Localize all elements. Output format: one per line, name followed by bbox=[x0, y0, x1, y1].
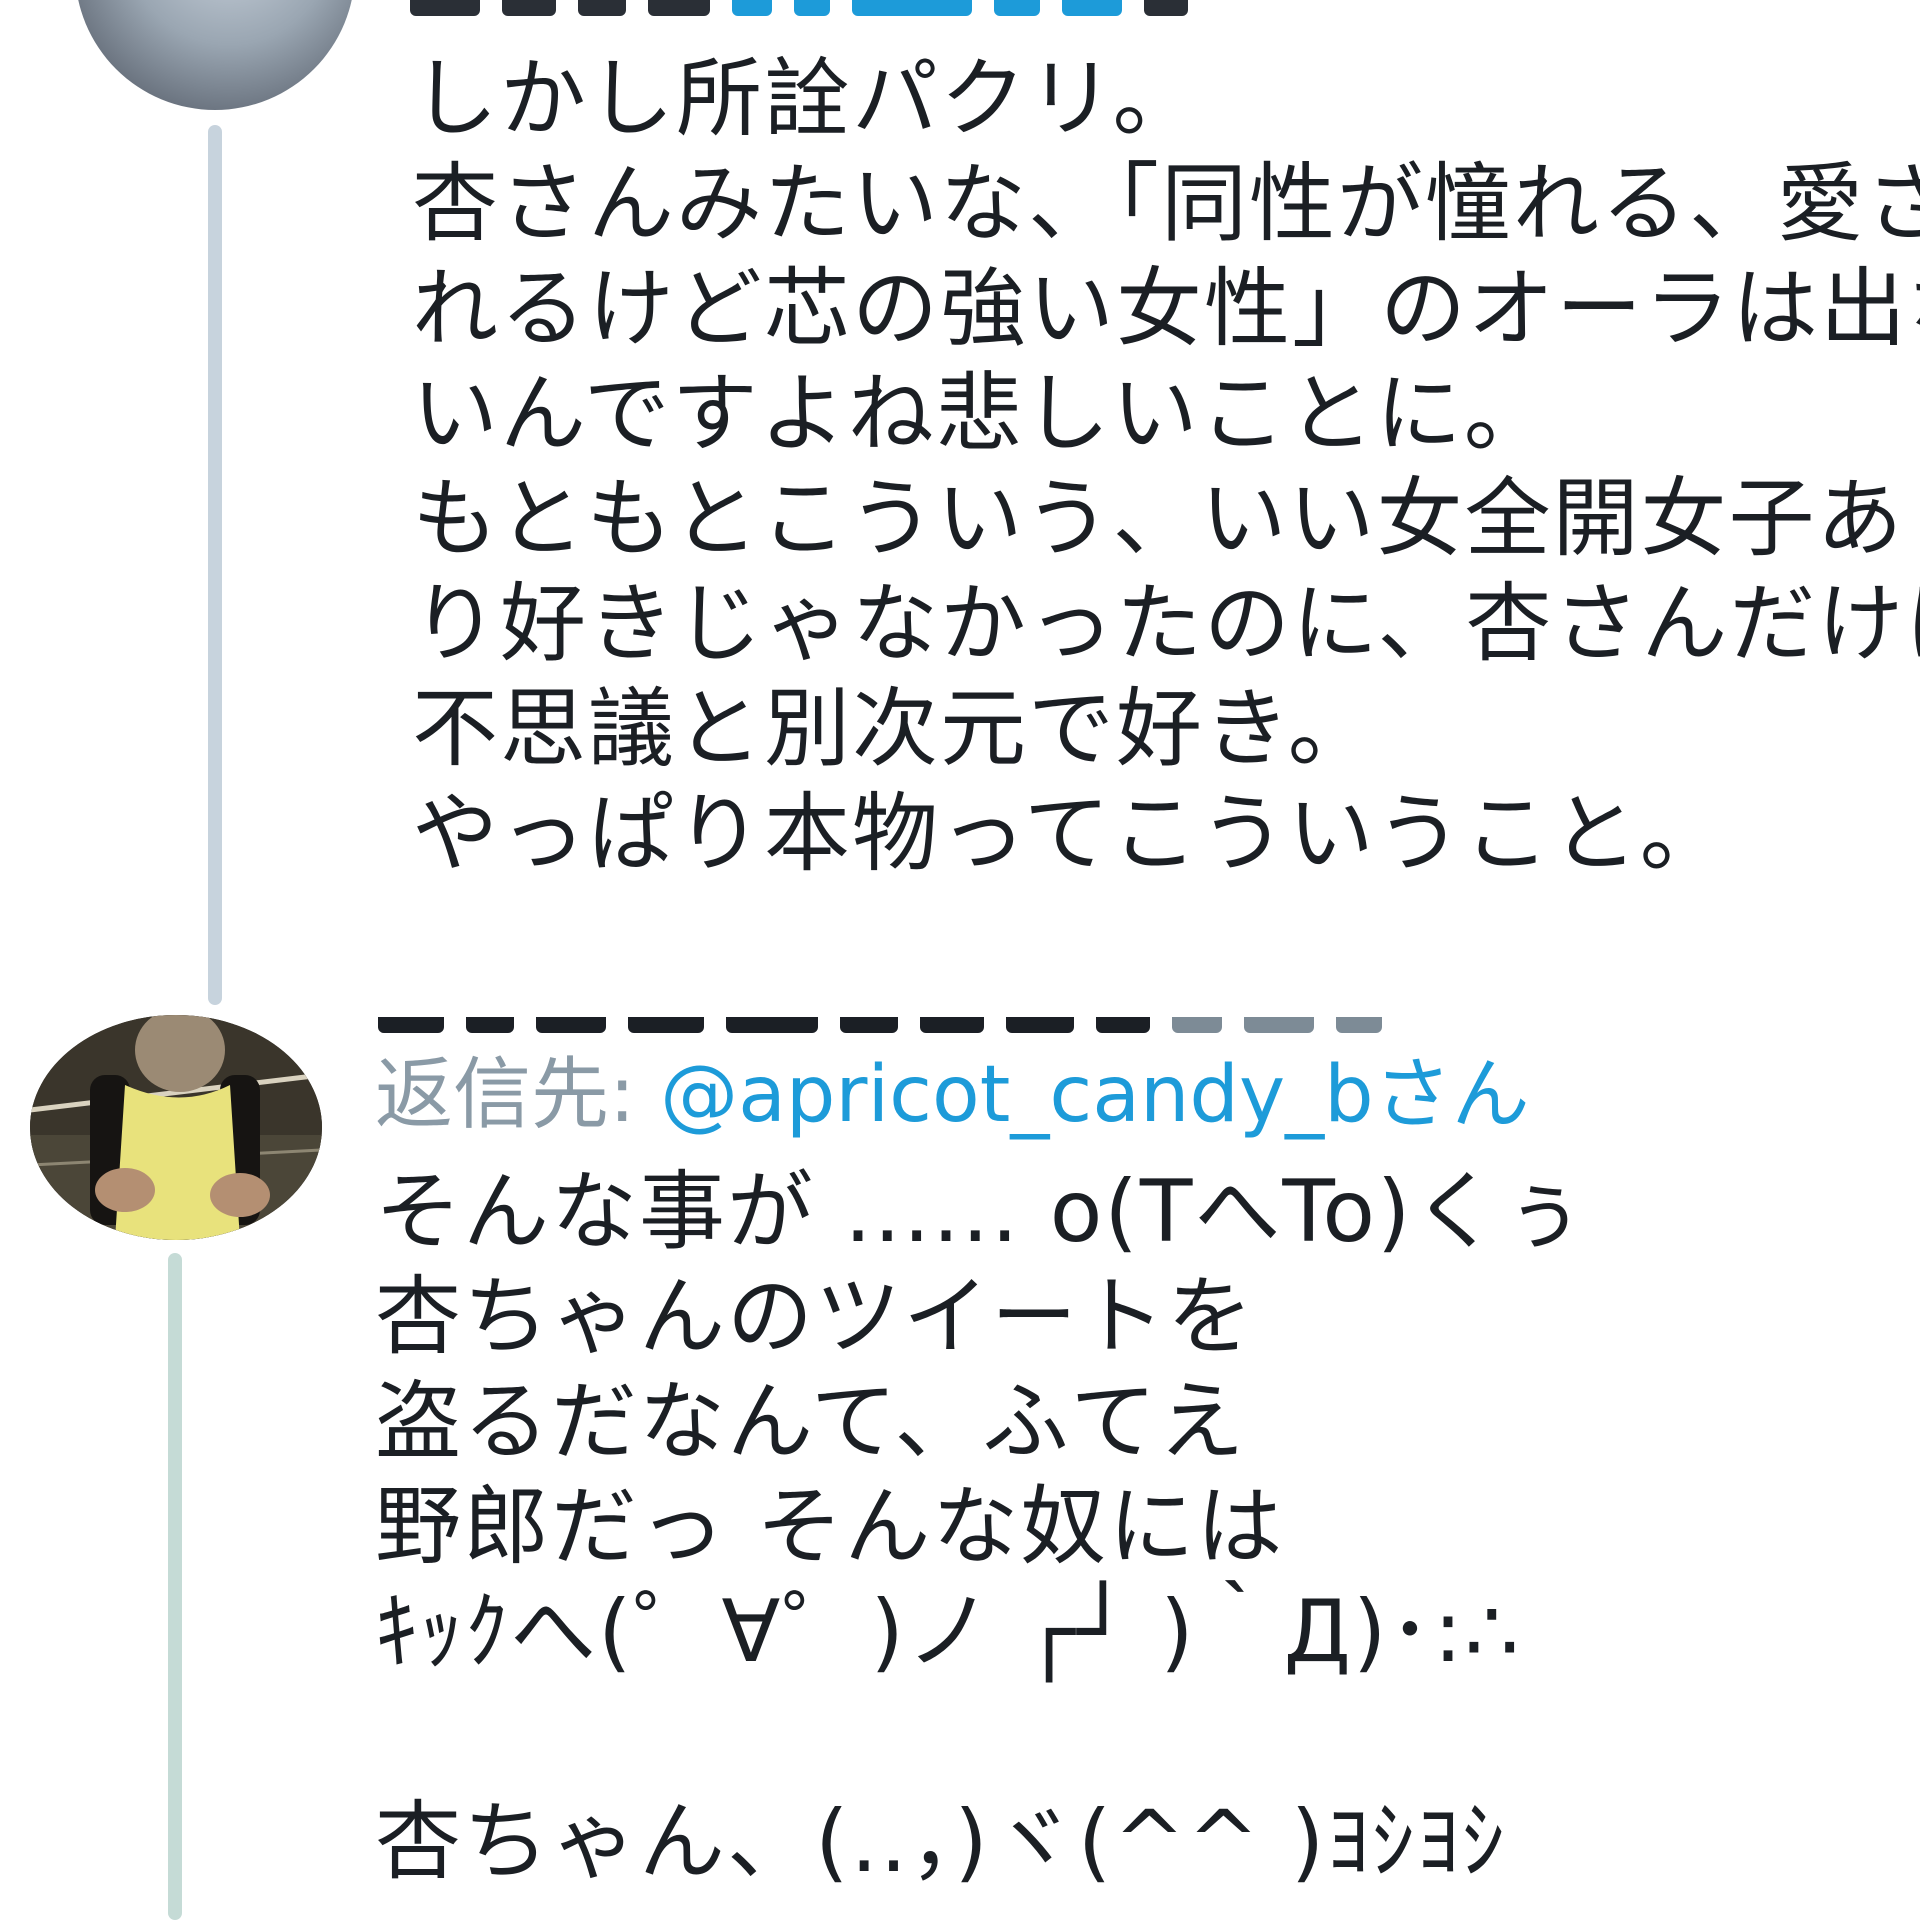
tweet-text: そんな事が ...... o(TへTo)くぅ 杏ちゃんのツイートを 盗るだなんて… bbox=[375, 1162, 1589, 1892]
user-avatar-icon[interactable] bbox=[30, 1015, 322, 1240]
tweet[interactable]: しかし所詮パクリ。 杏さんみたいな、「同性が憧れる、愛さ れるけど芯の強い女性」… bbox=[0, 0, 1920, 1005]
cut-off-reply-line bbox=[410, 0, 1510, 18]
reply-to-line: 返信先: @apricot_candy_bさん bbox=[375, 1045, 1530, 1145]
avatar-photo-icon bbox=[30, 1015, 322, 1240]
tweet-text: しかし所詮パクリ。 杏さんみたいな、「同性が憧れる、愛さ れるけど芯の強い女性」… bbox=[412, 49, 1920, 884]
user-avatar-icon[interactable] bbox=[75, 0, 355, 110]
thread-connector-line bbox=[208, 125, 222, 1005]
reply-to-label: 返信先: bbox=[375, 1050, 636, 1140]
reply-to-handle-link[interactable]: @apricot_candy_bさん bbox=[660, 1050, 1530, 1140]
cut-off-header-line bbox=[378, 1017, 1708, 1035]
thread-connector-line bbox=[168, 1253, 182, 1920]
